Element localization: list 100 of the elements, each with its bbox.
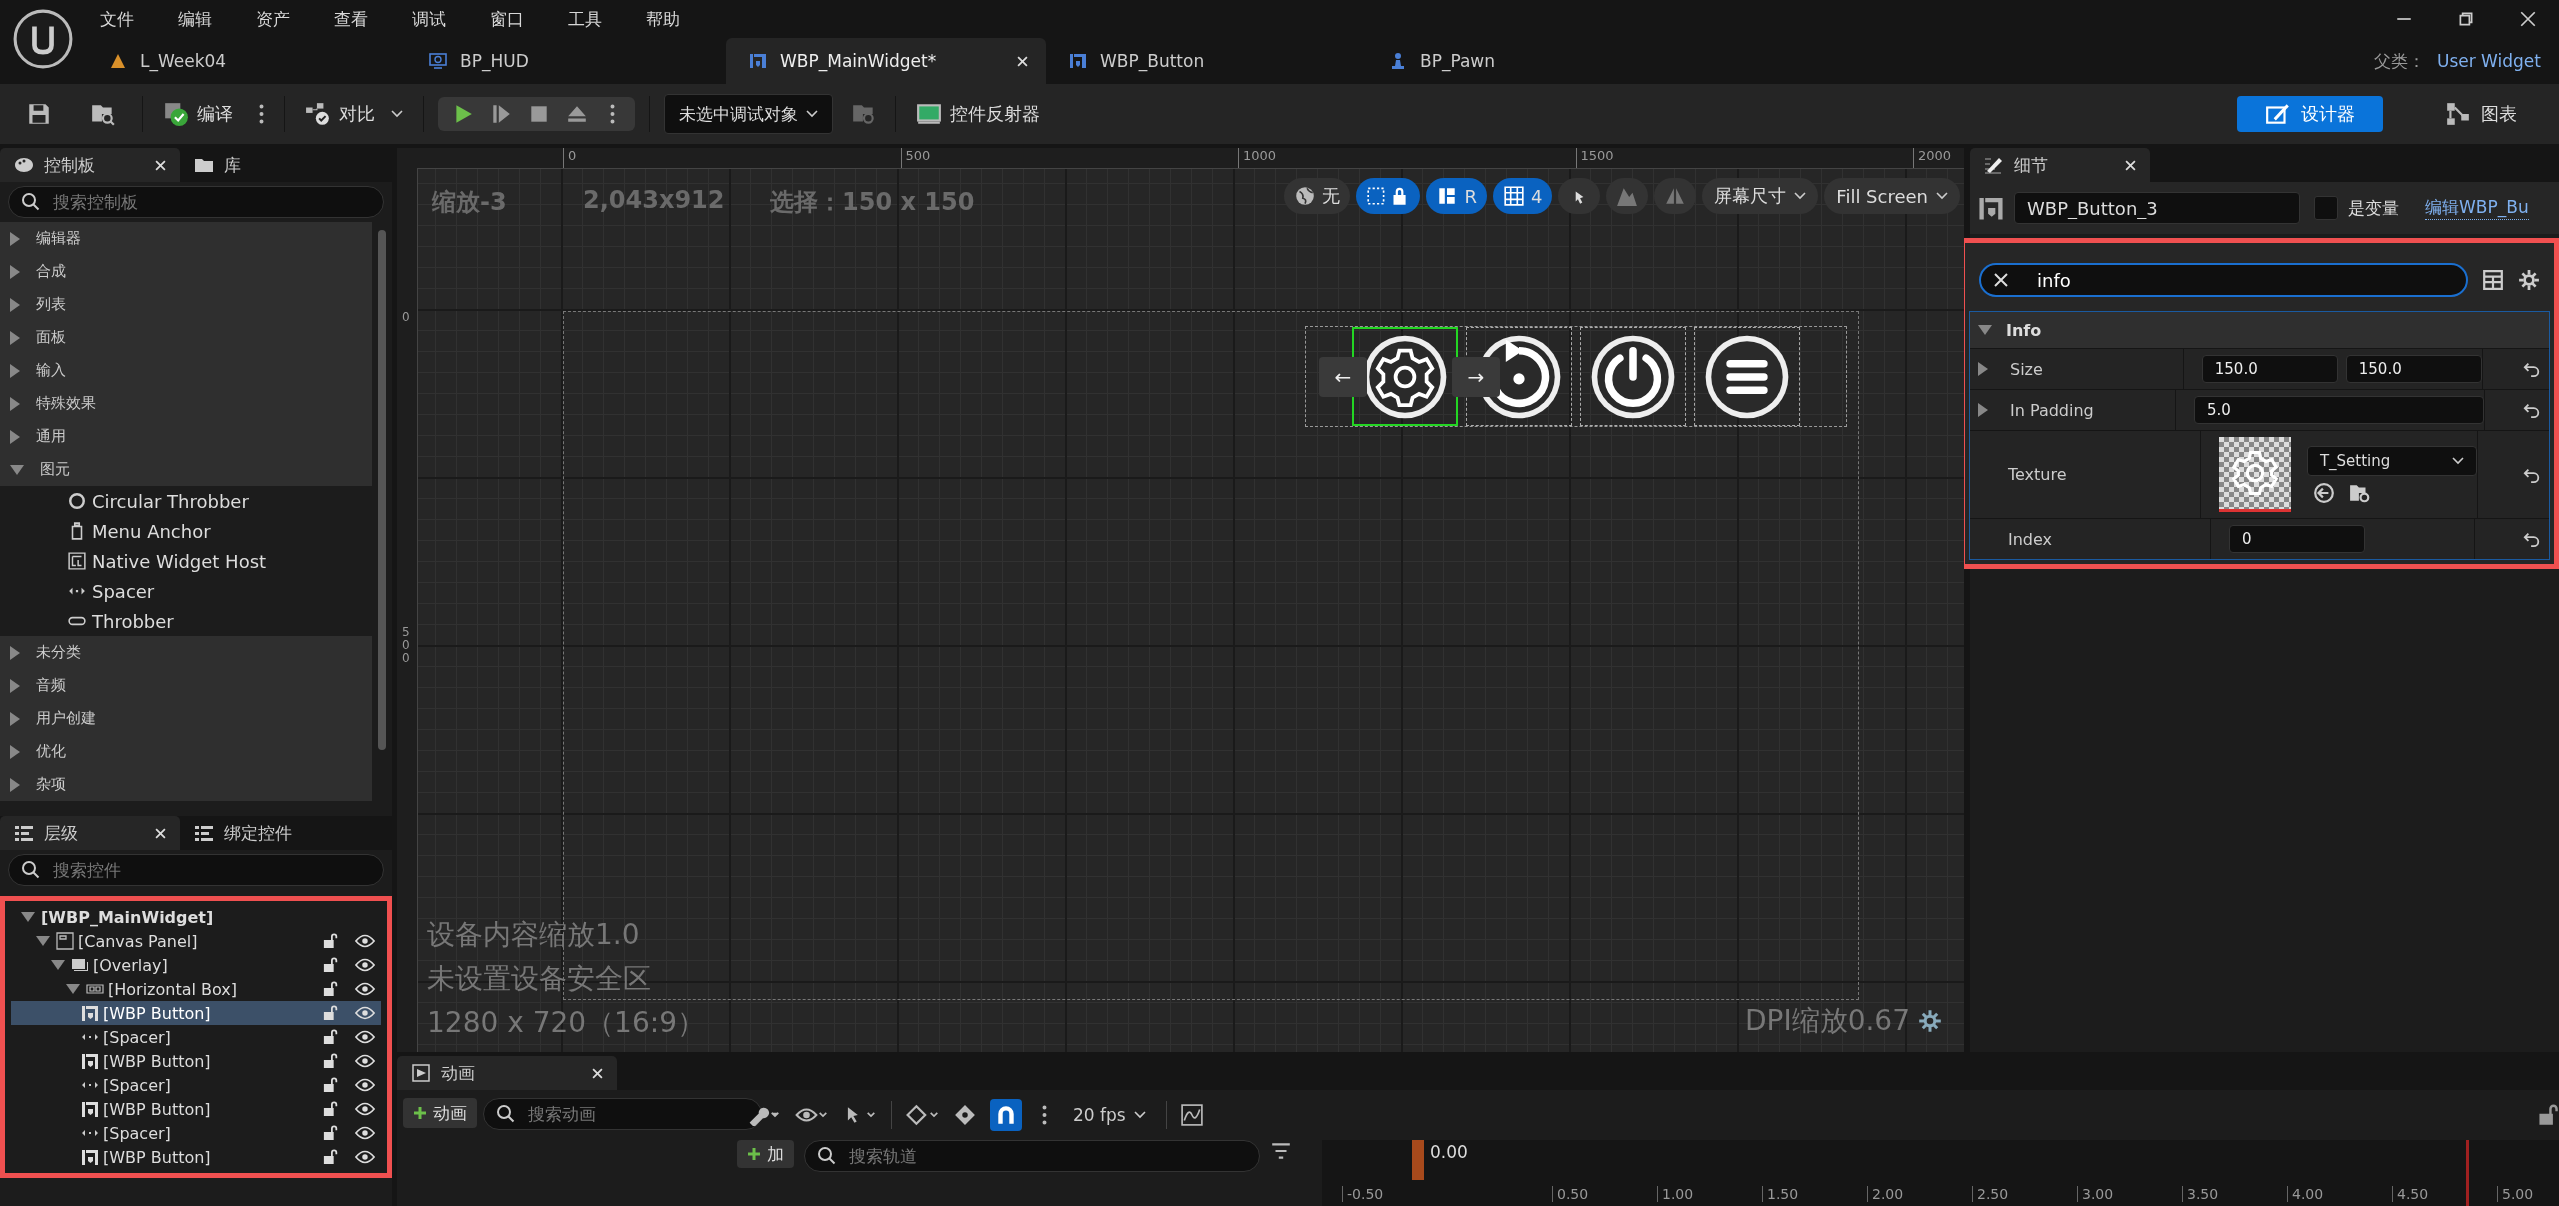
asset-dropdown[interactable]: T_Setting bbox=[2306, 445, 2477, 476]
category-row[interactable]: 用户创建 bbox=[0, 702, 372, 735]
stop-icon[interactable] bbox=[528, 103, 550, 125]
step-icon[interactable] bbox=[490, 103, 512, 125]
tree-item[interactable]: [WBP Button] bbox=[11, 1001, 381, 1025]
eye-icon[interactable] bbox=[355, 1102, 375, 1116]
end-marker[interactable] bbox=[2466, 1140, 2469, 1206]
unlock-icon[interactable] bbox=[323, 933, 339, 949]
compile-button[interactable]: 编译 bbox=[157, 97, 239, 131]
close-icon[interactable] bbox=[155, 827, 166, 839]
close-icon[interactable] bbox=[1017, 55, 1028, 67]
eye-icon[interactable] bbox=[355, 958, 375, 972]
eye-icon[interactable] bbox=[355, 1078, 375, 1092]
unlock-icon[interactable] bbox=[323, 981, 339, 997]
menu-item[interactable]: 查看 bbox=[320, 3, 382, 35]
more-options-icon[interactable] bbox=[1042, 1105, 1047, 1125]
reset-icon[interactable] bbox=[2523, 360, 2541, 378]
canvas-tool-button[interactable]: 无 bbox=[1284, 178, 1351, 214]
canvas-tool-button[interactable]: R bbox=[1426, 178, 1487, 214]
unlock-icon[interactable] bbox=[323, 1053, 339, 1069]
unlock-icon[interactable] bbox=[323, 957, 339, 973]
diff-dropdown[interactable]: 对比 bbox=[299, 97, 409, 131]
menu-item[interactable]: 工具 bbox=[554, 3, 616, 35]
category-row[interactable]: 音频 bbox=[0, 669, 372, 702]
unlock-icon[interactable] bbox=[323, 1029, 339, 1045]
magnet-icon[interactable] bbox=[990, 1099, 1022, 1131]
timeline-ruler[interactable]: 0.00 -0.50 0.50 1.00 1.50 2.00 2.50 3.00 3.50 4.00 4.50 5.00 bbox=[1322, 1140, 2559, 1206]
eye-icon[interactable] bbox=[355, 1006, 375, 1020]
unlock-icon[interactable] bbox=[323, 1149, 339, 1165]
document-tab[interactable]: BP_HUD bbox=[406, 38, 726, 84]
section-header[interactable]: Info bbox=[1970, 312, 2549, 348]
category-row[interactable]: 图元 bbox=[0, 453, 372, 486]
nudge-right-button[interactable]: → bbox=[1452, 357, 1500, 397]
search-field[interactable]: 搜索控件 bbox=[8, 854, 384, 886]
clear-icon[interactable] bbox=[1993, 272, 2009, 288]
document-tab[interactable]: WBP_MainWidget* bbox=[726, 38, 1046, 84]
document-tab[interactable]: BP_Pawn bbox=[1366, 38, 1686, 84]
menu-item[interactable]: 编辑 bbox=[164, 3, 226, 35]
eye-icon[interactable] bbox=[355, 1054, 375, 1068]
document-tab[interactable]: WBP_Button bbox=[1046, 38, 1366, 84]
canvas-tool-button[interactable] bbox=[1356, 178, 1421, 214]
lock-icon[interactable] bbox=[2537, 1104, 2559, 1126]
category-row[interactable]: 合成 bbox=[0, 255, 372, 288]
unlock-icon[interactable] bbox=[323, 1101, 339, 1117]
number-field[interactable]: 150.0 bbox=[2345, 355, 2482, 383]
tree-item[interactable]: [WBP_MainWidget] bbox=[11, 905, 381, 929]
tree-item[interactable]: [WBP Button] bbox=[11, 1049, 381, 1073]
texture-thumbnail[interactable] bbox=[2218, 437, 2291, 512]
diamond-icon[interactable] bbox=[906, 1104, 940, 1126]
playhead-marker[interactable] bbox=[1412, 1140, 1424, 1180]
screen-size-dropdown[interactable]: 屏幕尺寸 bbox=[1702, 178, 1819, 214]
settings-icon[interactable] bbox=[1918, 1009, 1942, 1033]
widget-button[interactable] bbox=[1580, 327, 1686, 426]
menu-item[interactable]: 文件 bbox=[86, 3, 148, 35]
search-field[interactable]: 搜索控制板 bbox=[8, 186, 384, 218]
tree-item[interactable]: [Spacer] bbox=[11, 1121, 381, 1145]
unlock-icon[interactable] bbox=[323, 1005, 339, 1021]
search-field[interactable]: info bbox=[1979, 263, 2468, 297]
category-row[interactable]: 通用 bbox=[0, 420, 372, 453]
expand-arrow-icon[interactable] bbox=[36, 936, 50, 946]
panel-tab[interactable]: 细节 bbox=[1970, 148, 2150, 182]
add-animation-button[interactable]: 动画 bbox=[403, 1098, 477, 1128]
settings-icon[interactable] bbox=[2518, 269, 2540, 291]
unlock-icon[interactable] bbox=[323, 1077, 339, 1093]
category-row[interactable]: 面板 bbox=[0, 321, 372, 354]
search-field[interactable]: 搜索动画 bbox=[483, 1098, 762, 1130]
filter-icon[interactable] bbox=[1270, 1140, 1292, 1162]
tree-item[interactable]: [WBP Button] bbox=[11, 1145, 381, 1169]
reset-icon[interactable] bbox=[2523, 401, 2541, 419]
expand-arrow-icon[interactable] bbox=[1978, 403, 1988, 417]
mode-button[interactable]: 图表 bbox=[2417, 96, 2545, 132]
mode-button[interactable]: 设计器 bbox=[2237, 96, 2383, 132]
number-field[interactable]: 150.0 bbox=[2201, 355, 2338, 383]
nudge-left-button[interactable]: ← bbox=[1319, 357, 1367, 397]
scrollbar-thumb[interactable] bbox=[378, 230, 386, 751]
search-input[interactable]: 搜索控制板 bbox=[51, 191, 371, 213]
search-input[interactable]: 搜索控件 bbox=[51, 859, 371, 881]
category-row[interactable]: 编辑器 bbox=[0, 222, 372, 255]
variable-checkbox[interactable] bbox=[2314, 196, 2338, 220]
category-row[interactable]: 杂项 bbox=[0, 768, 372, 801]
close-icon[interactable] bbox=[2519, 10, 2537, 28]
category-row[interactable]: 列表 bbox=[0, 288, 372, 321]
tree-item[interactable]: [WBP Button] bbox=[11, 1097, 381, 1121]
tree-item[interactable]: [Spacer] bbox=[11, 1025, 381, 1049]
panel-tab[interactable]: 动画 bbox=[397, 1056, 617, 1090]
menu-item[interactable]: 资产 bbox=[242, 3, 304, 35]
tree-item[interactable]: [Canvas Panel] bbox=[11, 929, 381, 953]
restore-icon[interactable] bbox=[2457, 10, 2475, 28]
category-row[interactable]: 输入 bbox=[0, 354, 372, 387]
number-field[interactable]: 0 bbox=[2229, 525, 2365, 553]
more-options-icon[interactable] bbox=[259, 104, 264, 124]
unlock-icon[interactable] bbox=[323, 1125, 339, 1141]
key-icon[interactable] bbox=[954, 1104, 976, 1126]
reset-icon[interactable] bbox=[2523, 530, 2541, 548]
engine-logo-icon[interactable] bbox=[12, 8, 74, 70]
category-row[interactable]: 未分类 bbox=[0, 636, 372, 669]
more-options-icon[interactable] bbox=[610, 104, 615, 124]
category-row[interactable]: 优化 bbox=[0, 735, 372, 768]
category-row[interactable]: 特殊效果 bbox=[0, 387, 372, 420]
close-icon[interactable] bbox=[592, 1067, 603, 1079]
